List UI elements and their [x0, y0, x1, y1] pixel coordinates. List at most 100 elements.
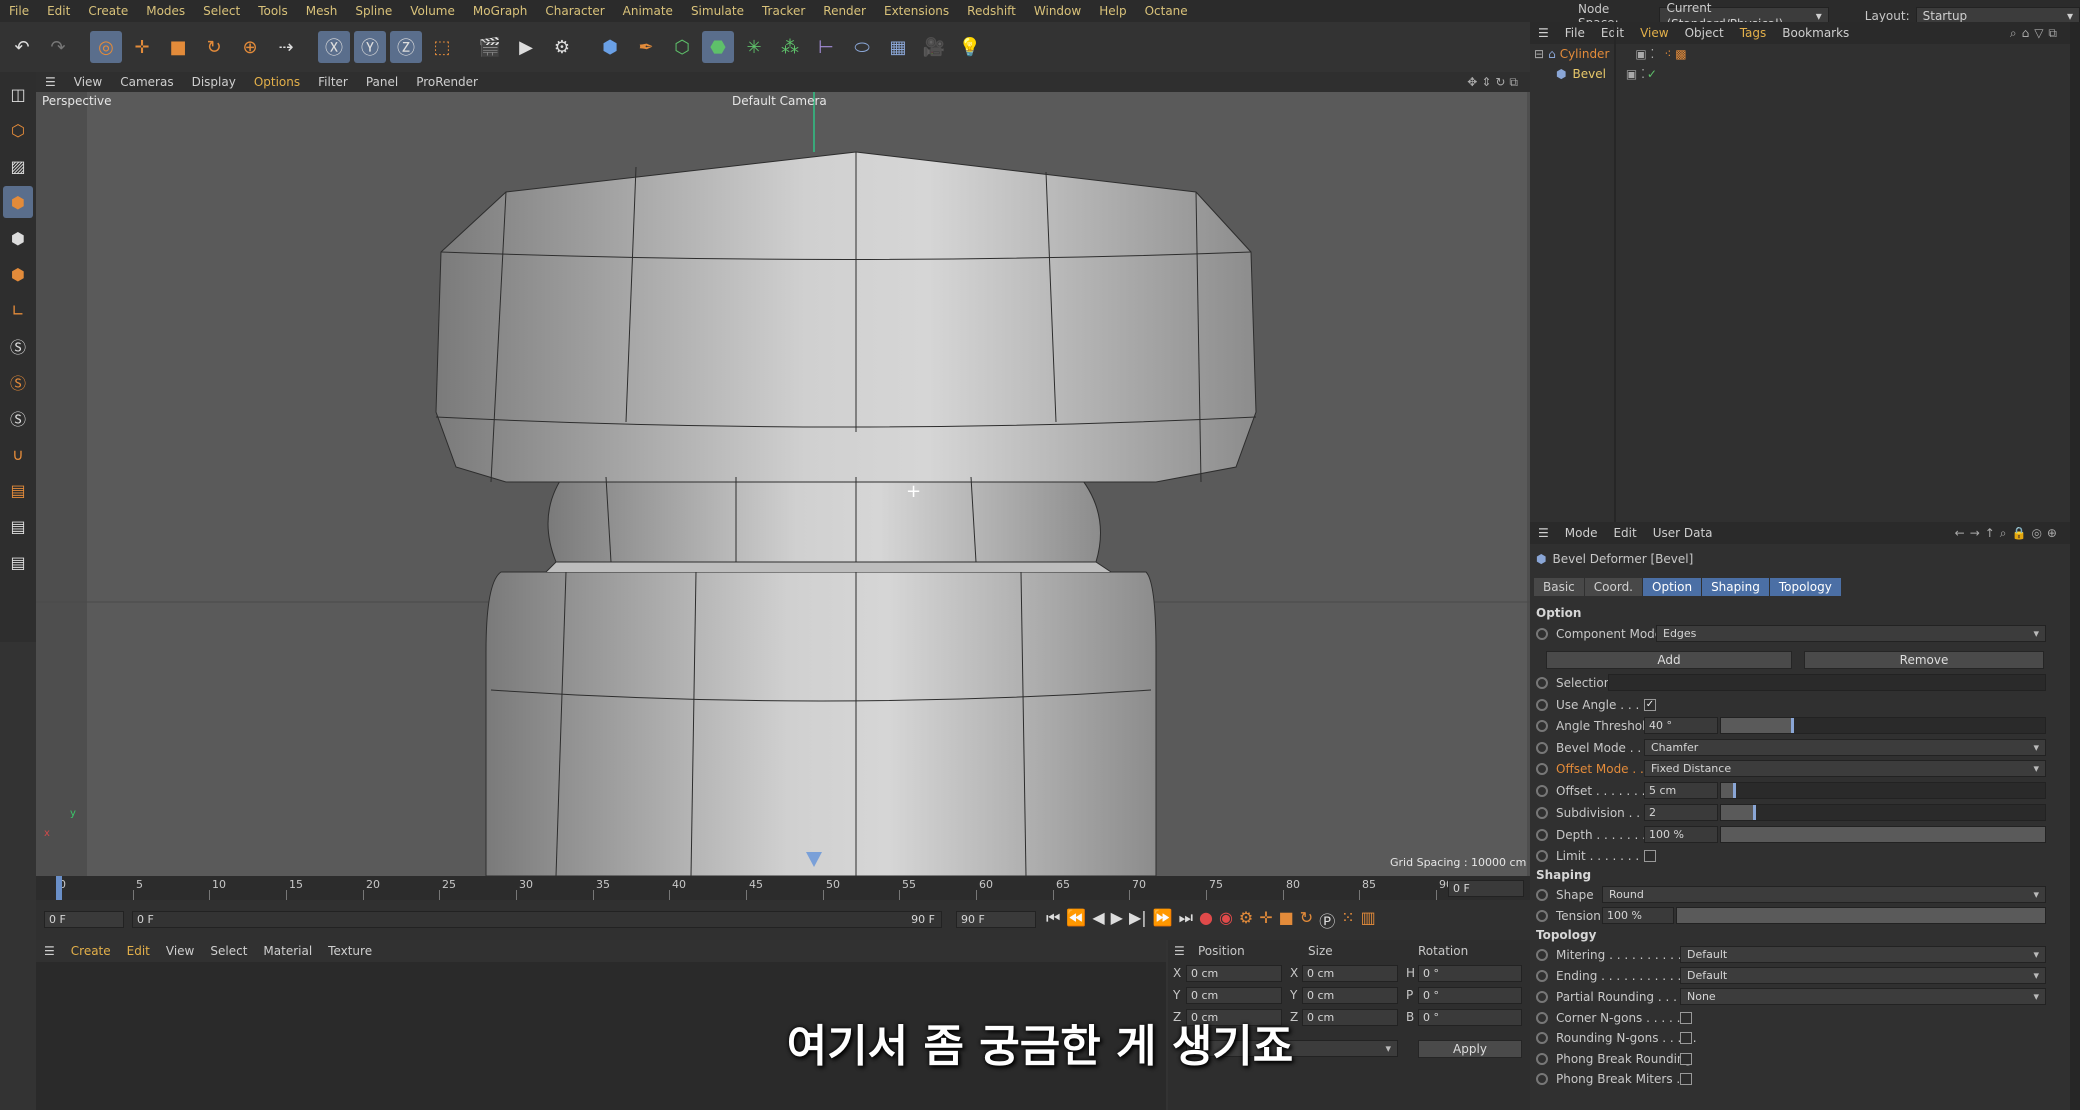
object-row-bevel[interactable]: ⬢ Bevel ▣ ⁚ ✓	[1530, 64, 2070, 84]
visibility-icon[interactable]: ▣ ⁚	[1635, 47, 1654, 61]
shape-select[interactable]: Round	[1602, 886, 2046, 903]
light-icon[interactable]: 💡	[954, 31, 986, 63]
material-menu-view[interactable]: View	[158, 944, 202, 958]
play-icon[interactable]: ▶	[1111, 908, 1123, 932]
viewport-menu-options[interactable]: Options	[245, 75, 309, 89]
workplane-icon[interactable]: ▤	[3, 474, 33, 506]
animate-icon[interactable]	[1536, 677, 1548, 689]
angle-threshold-slider[interactable]	[1720, 717, 2046, 734]
visibility-icon[interactable]: ▣ ⁚	[1626, 67, 1645, 81]
playhead[interactable]	[56, 876, 62, 900]
go-to-start-icon[interactable]: ⏮	[1046, 908, 1060, 932]
autokey-icon[interactable]: ◉	[1219, 908, 1233, 932]
attribute-nav-icons[interactable]: ←→↑⌕🔒◎⊕	[1955, 526, 2062, 541]
object-menu-object[interactable]: Object	[1677, 26, 1732, 40]
floor-icon[interactable]: ▦	[882, 31, 914, 63]
snap-settings-icon[interactable]: ⇢	[270, 31, 302, 63]
animate-icon[interactable]	[1536, 699, 1548, 711]
object-menu-edit[interactable]: Edit	[1593, 26, 1632, 40]
animate-icon[interactable]	[1536, 628, 1548, 640]
animate-icon[interactable]	[1536, 910, 1548, 922]
animate-icon[interactable]	[1536, 807, 1548, 819]
menu-animate[interactable]: Animate	[614, 0, 682, 22]
expand-icon[interactable]: ⊟	[1534, 47, 1544, 61]
render-settings-icon[interactable]: ⚙	[546, 31, 578, 63]
texture-mode-icon[interactable]: ▨	[3, 150, 33, 182]
magnet-icon[interactable]: ∪	[3, 438, 33, 470]
animate-icon[interactable]	[1536, 889, 1548, 901]
mograph-icon[interactable]: ✳	[738, 31, 770, 63]
material-menu-create[interactable]: Create	[63, 944, 119, 958]
tab-coord[interactable]: Coord.	[1584, 578, 1642, 596]
subdivision-field[interactable]: 2	[1644, 804, 1718, 821]
position-x-field[interactable]: 0 cm	[1186, 965, 1282, 982]
start-frame-field[interactable]: 0 F	[44, 911, 124, 928]
object-menu-view[interactable]: View	[1632, 26, 1676, 40]
axis-mode-icon[interactable]: ∟	[3, 294, 33, 326]
current-frame-field[interactable]: 0 F	[1448, 880, 1524, 897]
go-to-end-icon[interactable]: ⏭	[1179, 908, 1193, 932]
cube-icon[interactable]: ⬢	[594, 31, 626, 63]
animate-icon[interactable]	[1536, 949, 1548, 961]
polygons-mode-icon[interactable]: ⬢	[3, 258, 33, 290]
step-back-icon[interactable]: ◀	[1092, 908, 1104, 932]
solo-off-icon[interactable]: Ⓢ	[3, 402, 33, 434]
menu-simulate[interactable]: Simulate	[682, 0, 753, 22]
rotate-tool-icon[interactable]: ↻	[198, 31, 230, 63]
x-axis-icon[interactable]: Ⓧ	[318, 31, 350, 63]
size-y-field[interactable]: 0 cm	[1302, 987, 1398, 1004]
limit-checkbox[interactable]	[1644, 850, 1656, 862]
phong-break-miters-checkbox[interactable]	[1680, 1073, 1692, 1085]
timeline-ruler[interactable]: 0 5 10 15 20 25 30 35 40 45 50 55 60 65 70 75 80 85 90 0 F	[36, 876, 1530, 900]
coordinate-system-icon[interactable]: ⬚	[426, 31, 458, 63]
viewport-menu-panel[interactable]: Panel	[357, 75, 407, 89]
object-name-cylinder[interactable]: Cylinder	[1560, 47, 1610, 61]
tab-basic[interactable]: Basic	[1534, 578, 1584, 596]
menu-help[interactable]: Help	[1090, 0, 1135, 22]
material-menu-edit[interactable]: Edit	[119, 944, 158, 958]
position-y-field[interactable]: 0 cm	[1186, 987, 1282, 1004]
viewport-menu-filter[interactable]: Filter	[309, 75, 357, 89]
redo-icon[interactable]: ↷	[42, 31, 74, 63]
offset-field[interactable]: 5 cm	[1644, 782, 1718, 799]
menu-volume[interactable]: Volume	[401, 0, 464, 22]
scale-tool-icon[interactable]: ■	[162, 31, 194, 63]
coords-hamburger-icon[interactable]: ☰	[1174, 944, 1185, 958]
animate-icon[interactable]	[1536, 970, 1548, 982]
animate-icon[interactable]	[1536, 785, 1548, 797]
select-tool-icon[interactable]: ◎	[90, 31, 122, 63]
object-search-icons[interactable]: ⌕⌂▽⧉	[2010, 26, 2062, 41]
animate-icon[interactable]	[1536, 1073, 1548, 1085]
menu-window[interactable]: Window	[1025, 0, 1090, 22]
object-hamburger-icon[interactable]: ☰	[1530, 26, 1557, 40]
field-icon[interactable]: ⬭	[846, 31, 878, 63]
camera-icon[interactable]: 🎥	[918, 31, 950, 63]
tab-shaping[interactable]: Shaping	[1702, 578, 1769, 596]
use-angle-checkbox[interactable]: ✓	[1644, 699, 1656, 711]
mitering-select[interactable]: Default	[1680, 946, 2046, 963]
end-frame-field[interactable]: 90 F	[956, 911, 1036, 928]
solo-hierarchy-icon[interactable]: Ⓢ	[3, 366, 33, 398]
parameter-key-icon[interactable]: Ⓟ	[1319, 908, 1335, 932]
animate-icon[interactable]	[1536, 763, 1548, 775]
rotation-h-field[interactable]: 0 °	[1418, 965, 1522, 982]
menu-edit[interactable]: Edit	[38, 0, 79, 22]
material-menu-select[interactable]: Select	[202, 944, 255, 958]
animate-icon[interactable]	[1536, 720, 1548, 732]
pen-icon[interactable]: ✒	[630, 31, 662, 63]
move-tool-icon[interactable]: ✛	[126, 31, 158, 63]
animate-icon[interactable]	[1536, 829, 1548, 841]
range-slider[interactable]: 0 F 90 F	[132, 911, 942, 928]
z-axis-icon[interactable]: Ⓩ	[390, 31, 422, 63]
tension-slider[interactable]	[1676, 907, 2046, 924]
add-button[interactable]: Add	[1546, 651, 1792, 669]
ending-select[interactable]: Default	[1680, 967, 2046, 984]
menu-render[interactable]: Render	[814, 0, 875, 22]
rotation-key-icon[interactable]: ↻	[1300, 908, 1313, 932]
menu-create[interactable]: Create	[79, 0, 137, 22]
attribute-hamburger-icon[interactable]: ☰	[1530, 526, 1557, 540]
menu-mograph[interactable]: MoGraph	[464, 0, 537, 22]
tag-icon[interactable]: ⁖ ▩	[1664, 47, 1686, 61]
animate-icon[interactable]	[1536, 850, 1548, 862]
viewport-menu-prorender[interactable]: ProRender	[407, 75, 487, 89]
